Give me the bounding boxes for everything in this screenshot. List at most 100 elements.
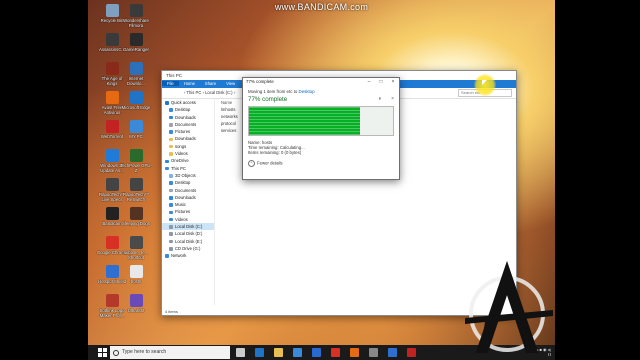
music-icon: [169, 203, 173, 207]
idm-icon: [129, 62, 143, 75]
bandicam-icon[interactable]: [407, 348, 416, 357]
nav-item[interactable]: Local Disk (C:): [162, 223, 214, 231]
file-explorer-icon[interactable]: [274, 348, 283, 357]
dialog-title-bar: 77% complete – □ ×: [243, 78, 399, 86]
nav-item[interactable]: Downloads: [162, 194, 214, 201]
move-progress-dialog: 77% complete – □ × Moving 1 item from et…: [242, 77, 400, 180]
transfer-details: Name: hosts Time remaining: Calculating.…: [243, 136, 399, 155]
nav-item[interactable]: Videos: [162, 150, 214, 157]
store-icon[interactable]: [293, 348, 302, 357]
nav-item[interactable]: This PC: [162, 165, 214, 172]
desktop-shortcut-label: Sleeping Dogs: [122, 221, 150, 226]
nav-item[interactable]: Music: [162, 201, 214, 208]
letterbox-right: [555, 0, 640, 360]
sothink-icon: [105, 294, 119, 307]
file-name: networks: [221, 114, 238, 119]
file-icon: [129, 265, 143, 278]
desktop-shortcut[interactable]: sublime_te... Shortcut: [120, 236, 152, 260]
chrome-icon[interactable]: [331, 348, 340, 357]
nav-item[interactable]: Pictures: [162, 208, 214, 215]
fewer-details-label: Fewer details: [257, 160, 283, 166]
nav-item[interactable]: Quick access: [162, 99, 214, 106]
mail-icon[interactable]: [312, 348, 321, 357]
progress-fill: [249, 107, 360, 135]
desktop-shortcut[interactable]: hosts: [120, 265, 152, 284]
pictures-icon: [169, 210, 173, 215]
maximize-icon[interactable]: □: [375, 78, 387, 86]
pause-icon[interactable]: ⏸: [378, 96, 381, 102]
windows-start-icon[interactable]: [98, 348, 107, 357]
file-name: services: [221, 128, 237, 133]
downloads-icon: [169, 115, 173, 120]
bandicam-watermark: www.BANDICAM.com: [274, 2, 369, 12]
documents-icon: [169, 188, 173, 193]
nav-item-label: Network: [171, 253, 187, 259]
onedrive-icon: [165, 159, 169, 164]
desktop-shortcut[interactable]: Internet Downlo...: [120, 62, 152, 86]
nav-item[interactable]: Downloads: [162, 135, 214, 142]
settings-icon[interactable]: [369, 348, 378, 357]
desktop-shortcut-label: Bandicam: [102, 221, 122, 226]
dialog-subtitle: Moving 1 item from etc to Desktop: [243, 86, 399, 94]
desktop-shortcut[interactable]: Microsoft Edge: [120, 91, 152, 110]
pictures-icon: [169, 130, 173, 134]
videos-icon: [169, 217, 173, 222]
nav-item[interactable]: Local Disk (E:): [162, 238, 214, 245]
nav-item-label: Pictures: [175, 129, 191, 135]
nav-item[interactable]: 3D Objects: [162, 172, 214, 179]
percent-label: 77% complete: [248, 96, 288, 103]
nav-item-label: Local Disk (E:): [175, 238, 203, 244]
nav-item-label: Downloads: [175, 136, 196, 142]
fewer-details-button[interactable]: ^ Fewer details: [243, 155, 399, 167]
nav-item[interactable]: CD Drive (G:): [162, 245, 214, 252]
desktop-shortcut-label: Internet Downlo...: [127, 76, 145, 86]
progress-graph: [248, 106, 394, 136]
filmora-icon: [129, 4, 143, 17]
nav-item[interactable]: Desktop: [162, 179, 214, 186]
nav-item-label: songs: [175, 143, 187, 149]
folder-icon: [169, 137, 173, 142]
percent-complete: 77% complete ⏸ ×: [243, 94, 399, 103]
nav-item[interactable]: OneDrive: [162, 157, 214, 164]
nav-item-label: Music: [175, 202, 186, 208]
desktop-shortcut[interactable]: MY PC: [120, 120, 152, 139]
desktop-shortcut-label: MY PC: [129, 134, 143, 139]
nav-item[interactable]: Local Disk (D:): [162, 230, 214, 237]
task-view-icon[interactable]: [236, 348, 245, 357]
nav-item-label: Documents: [175, 187, 197, 193]
desktop-shortcut[interactable]: TechPowe GPU-Z: [120, 149, 152, 173]
ribbon-tab-share[interactable]: Share: [200, 81, 221, 86]
livespecs-icon: [105, 178, 119, 191]
nav-item[interactable]: Documents: [162, 187, 214, 194]
drive-icon: [169, 232, 173, 236]
drive-icon: [169, 239, 173, 244]
ribbon-tab-file[interactable]: File: [162, 81, 179, 86]
desktop-shortcut-label: sublime_te... Shortcut: [123, 250, 149, 260]
ribbon-tab-home[interactable]: Home: [179, 81, 200, 86]
nav-item[interactable]: Desktop: [162, 106, 214, 113]
nav-item[interactable]: songs: [162, 143, 214, 150]
nav-item[interactable]: Documents: [162, 121, 214, 128]
desktop-shortcut[interactable]: UltraISO: [120, 294, 152, 313]
age-of-kings-icon: [105, 62, 119, 75]
avast-icon[interactable]: [350, 348, 359, 357]
folder-icon: [169, 144, 173, 149]
photos-icon[interactable]: [388, 348, 397, 357]
nav-item[interactable]: Network: [162, 252, 214, 259]
nav-item[interactable]: Downloads: [162, 114, 214, 121]
desktop-shortcut-label: hosts: [130, 279, 142, 284]
this-pc-icon: [165, 166, 169, 171]
ribbon-tab-view[interactable]: View: [221, 81, 240, 86]
nav-item[interactable]: Videos: [162, 216, 214, 223]
nav-item-label: Documents: [175, 121, 197, 127]
desktop-shortcut[interactable]: Wondershare Filmora: [120, 4, 152, 28]
desktop-shortcut[interactable]: GameRanger: [120, 33, 152, 52]
taskbar-search-input[interactable]: Type here to search: [110, 346, 230, 359]
desktop-shortcut[interactable]: Sleeping Dogs: [120, 207, 152, 226]
edge-icon[interactable]: [255, 348, 264, 357]
minimize-icon[interactable]: –: [363, 78, 375, 86]
nav-item[interactable]: Pictures: [162, 128, 214, 135]
desktop-shortcut[interactable]: RapooTech™ ReSwitch: [120, 178, 152, 202]
close-icon[interactable]: ×: [387, 78, 399, 86]
cancel-icon[interactable]: ×: [391, 96, 394, 102]
